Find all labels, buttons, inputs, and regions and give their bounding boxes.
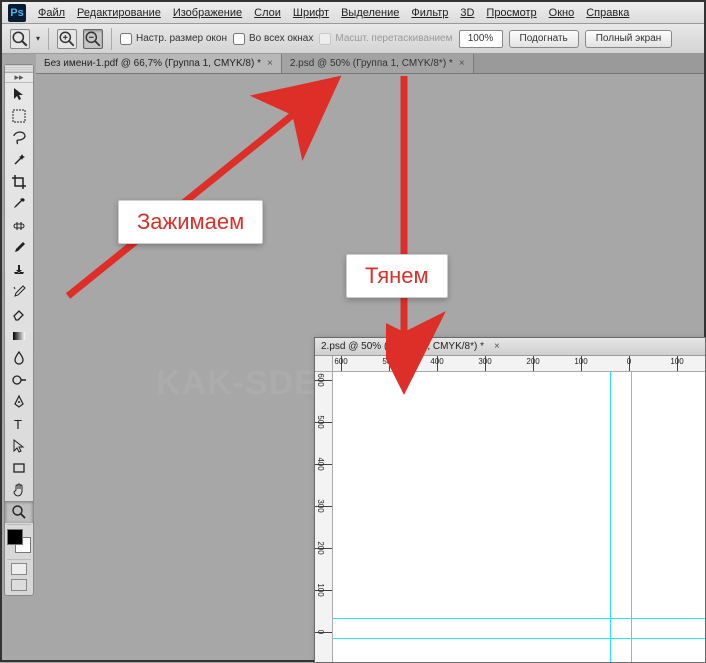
menu-edit[interactable]: Редактирование <box>71 7 167 19</box>
menu-filter[interactable]: Фильтр <box>405 7 454 19</box>
magic-wand-tool[interactable] <box>5 149 33 171</box>
annotation-label-drag: Тянем <box>346 254 448 298</box>
close-icon[interactable]: × <box>459 58 465 69</box>
resize-windows-checkbox[interactable]: Настр. размер окон <box>120 33 227 45</box>
dodge-tool[interactable] <box>5 369 33 391</box>
foreground-color-swatch[interactable] <box>7 529 23 545</box>
document-window[interactable]: 2.psd @ 50% (Группа 1, CMYK/8*) * × 6005… <box>314 337 706 663</box>
eyedropper-tool[interactable] <box>5 193 33 215</box>
annotation-label-hold: Зажимаем <box>118 200 263 244</box>
tab-label: Без имени-1.pdf @ 66,7% (Группа 1, CMYK/… <box>44 58 261 69</box>
ruler-horizontal[interactable]: 6005004003002001000100 <box>333 356 705 372</box>
all-windows-checkbox[interactable]: Во всех окнах <box>233 33 313 45</box>
rectangle-tool[interactable] <box>5 457 33 479</box>
gradient-tool[interactable] <box>5 325 33 347</box>
svg-text:T: T <box>14 417 22 432</box>
menu-bar: Ps Файл Редактирование Изображение Слои … <box>2 2 704 24</box>
brush-tool[interactable] <box>5 237 33 259</box>
eraser-tool[interactable] <box>5 303 33 325</box>
close-icon[interactable]: × <box>494 341 500 352</box>
zoom-tool[interactable] <box>5 501 33 523</box>
blur-tool[interactable] <box>5 347 33 369</box>
full-screen-button[interactable]: Полный экран <box>585 30 673 48</box>
tool-preset-dropdown-icon[interactable]: ▾ <box>36 34 40 43</box>
menu-help[interactable]: Справка <box>580 7 635 19</box>
document-tab[interactable]: 2.psd @ 50% (Группа 1, CMYK/8*) * × <box>282 54 474 73</box>
annotation-arrow-hold <box>56 68 376 318</box>
menu-select[interactable]: Выделение <box>335 7 405 19</box>
scrubby-zoom-checkbox: Масшт. перетаскиванием <box>319 33 452 45</box>
menu-layer[interactable]: Слои <box>248 7 287 19</box>
document-tab[interactable]: Без имени-1.pdf @ 66,7% (Группа 1, CMYK/… <box>36 54 282 73</box>
marquee-tool[interactable] <box>5 105 33 127</box>
separator <box>7 559 31 560</box>
lasso-tool[interactable] <box>5 127 33 149</box>
tab-label: 2.psd @ 50% (Группа 1, CMYK/8*) * <box>290 58 453 69</box>
document-window-title: 2.psd @ 50% (Группа 1, CMYK/8*) * <box>321 341 484 352</box>
document-canvas[interactable] <box>333 372 705 662</box>
quick-mask-toggle[interactable] <box>11 563 27 575</box>
app-logo-icon: Ps <box>8 4 26 22</box>
fit-screen-button[interactable]: Подогнать <box>509 30 579 48</box>
screen-mode-toggle[interactable] <box>11 579 27 591</box>
separator <box>7 524 31 525</box>
move-tool[interactable] <box>5 83 33 105</box>
toolbox-collapse-icon[interactable]: ▸▸ <box>5 73 33 83</box>
pen-tool[interactable] <box>5 391 33 413</box>
ruler-vertical[interactable]: 6005004003002001000 <box>315 372 333 662</box>
path-selection-tool[interactable] <box>5 435 33 457</box>
options-bar: ▾ Настр. размер окон Во всех окнах Масшт… <box>2 24 704 54</box>
ruler-origin[interactable] <box>315 356 333 372</box>
toolbox: ▸▸ T <box>4 64 34 596</box>
color-swatches[interactable] <box>5 527 33 555</box>
menu-type[interactable]: Шрифт <box>287 7 335 19</box>
menu-file[interactable]: Файл <box>32 7 71 19</box>
menu-view[interactable]: Просмотр <box>480 7 542 19</box>
guide-horizontal[interactable] <box>333 638 705 639</box>
zoom-in-button[interactable] <box>57 29 77 49</box>
type-tool[interactable]: T <box>5 413 33 435</box>
zoom-level-input[interactable]: 100% <box>459 30 503 48</box>
crop-tool[interactable] <box>5 171 33 193</box>
workspace: ▸▸ T Без имени-1.pdf @ <box>2 54 704 660</box>
history-brush-tool[interactable] <box>5 281 33 303</box>
guide-horizontal[interactable] <box>333 618 705 619</box>
current-tool-zoom-icon[interactable] <box>10 29 30 49</box>
separator <box>48 28 49 50</box>
healing-brush-tool[interactable] <box>5 215 33 237</box>
menu-3d[interactable]: 3D <box>454 7 480 19</box>
clone-stamp-tool[interactable] <box>5 259 33 281</box>
close-icon[interactable]: × <box>267 58 273 69</box>
hand-tool[interactable] <box>5 479 33 501</box>
canvas-area[interactable]: KAK-SDELAT.ORG 2.psd @ 50% (Группа 1, CM… <box>36 74 704 660</box>
zoom-out-button[interactable] <box>83 29 103 49</box>
menu-window[interactable]: Окно <box>543 7 581 19</box>
document-tab-strip: Без имени-1.pdf @ 66,7% (Группа 1, CMYK/… <box>36 54 704 74</box>
menu-image[interactable]: Изображение <box>167 7 248 19</box>
separator <box>111 28 112 50</box>
document-window-titlebar[interactable]: 2.psd @ 50% (Группа 1, CMYK/8*) * × <box>315 338 705 356</box>
